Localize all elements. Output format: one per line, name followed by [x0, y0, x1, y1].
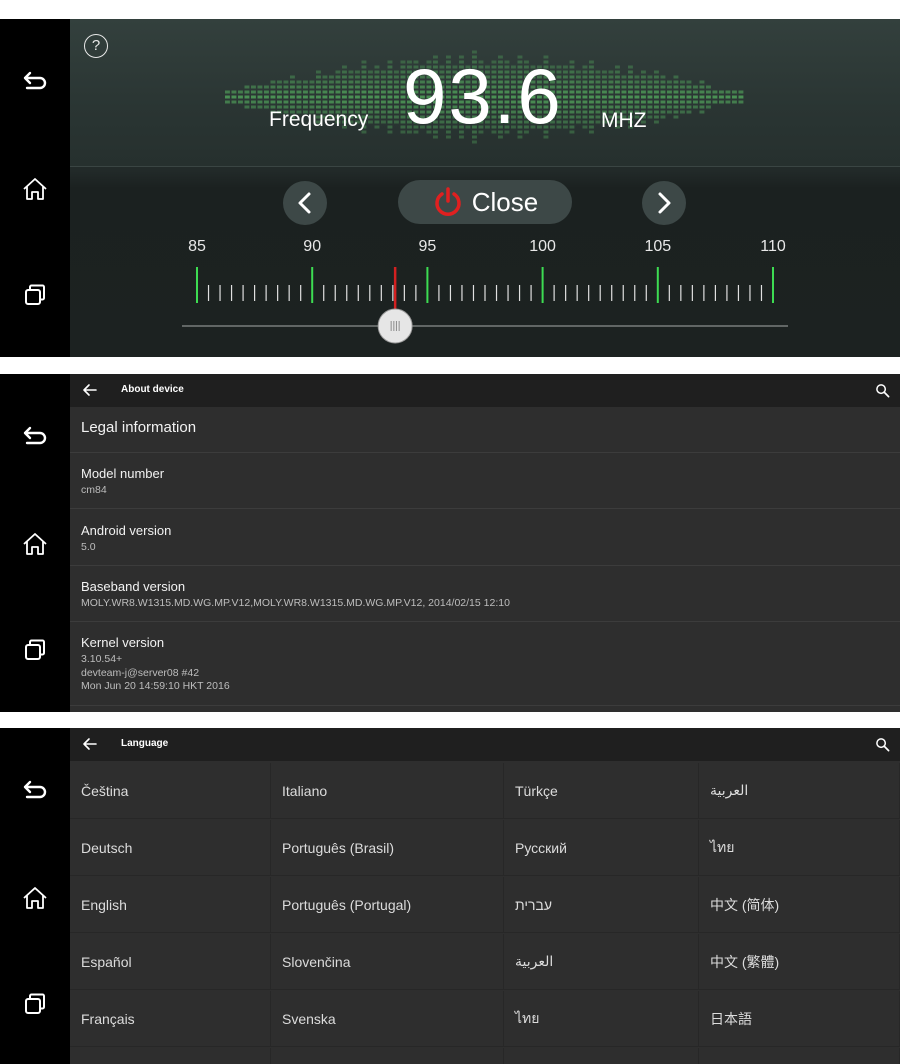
home-button[interactable] — [17, 880, 53, 916]
frequency-display: ? Frequency 93.6 MHZ — [70, 19, 900, 167]
back-arrow-icon — [23, 71, 47, 90]
back-button[interactable] — [17, 418, 53, 454]
back-arrow-icon — [23, 780, 47, 799]
scale-label: 110 — [760, 238, 786, 255]
radio-panel: ? Frequency 93.6 MHZ Close 85 90 95 100 105 1… — [0, 19, 900, 357]
side-navigation-bar — [0, 374, 70, 712]
language-option[interactable]: Français — [70, 991, 271, 1047]
item-summary: MOLY.WR8.W1315.MD.WG.MP.V12,MOLY.WR8.W13… — [81, 597, 510, 609]
chevron-right-icon — [658, 192, 671, 214]
language-option[interactable]: Slovenčina — [271, 934, 504, 990]
home-icon — [23, 178, 47, 200]
frequency-tuner-scale[interactable]: 85 90 95 100 105 110 — [70, 229, 900, 357]
language-option[interactable]: Čeština — [70, 763, 271, 819]
language-option-partial[interactable] — [699, 1048, 900, 1064]
recent-apps-button[interactable] — [17, 277, 53, 313]
android-version-item[interactable]: Android version 5.0 — [70, 509, 900, 566]
recent-apps-icon — [25, 284, 45, 305]
recent-apps-icon — [25, 639, 45, 660]
about-device-screen: About device Legal information Model num… — [70, 374, 900, 712]
side-navigation-bar — [0, 728, 70, 1064]
scale-label: 90 — [303, 238, 321, 255]
language-option[interactable]: Español — [70, 934, 271, 990]
home-icon — [23, 533, 47, 555]
recent-apps-icon — [25, 993, 45, 1014]
language-option[interactable]: العربية — [699, 763, 900, 819]
item-title: Baseband version — [81, 579, 186, 594]
legal-information-item[interactable]: Legal information — [70, 407, 900, 453]
back-arrow-icon[interactable] — [82, 736, 98, 752]
scale-label: 85 — [188, 238, 206, 255]
home-icon — [23, 887, 47, 909]
app-bar: Language — [70, 728, 900, 761]
recent-apps-button[interactable] — [17, 632, 53, 668]
language-option[interactable]: العربية — [504, 934, 699, 990]
page-title: About device — [121, 384, 184, 395]
app-bar: About device — [70, 374, 900, 407]
baseband-version-item[interactable]: Baseband version MOLY.WR8.W1315.MD.WG.MP… — [70, 566, 900, 622]
seek-down-button[interactable] — [283, 181, 327, 225]
item-summary: cm84 — [81, 484, 107, 496]
close-label: Close — [471, 186, 539, 217]
help-button[interactable]: ? — [84, 34, 108, 58]
frequency-label: Frequency — [269, 108, 369, 131]
language-option[interactable]: Svenska — [271, 991, 504, 1047]
language-screen: Language Čeština Deutsch English Español… — [70, 728, 900, 1064]
item-title: Android version — [81, 523, 172, 538]
recent-apps-button[interactable] — [17, 986, 53, 1022]
item-title: Kernel version — [81, 635, 165, 650]
kernel-version-item[interactable]: Kernel version 3.10.54+ devteam-j@server… — [70, 622, 900, 706]
language-option[interactable]: ไทย — [699, 820, 900, 876]
language-option[interactable]: English — [70, 877, 271, 933]
power-icon — [435, 187, 461, 216]
language-option[interactable]: 中文 (繁體) — [699, 934, 900, 990]
language-option[interactable]: ไทย — [504, 991, 699, 1047]
item-title: Model number — [81, 466, 165, 481]
language-option[interactable]: Português (Brasil) — [271, 820, 504, 876]
back-arrow-icon[interactable] — [82, 382, 98, 398]
scale-label: 100 — [529, 238, 556, 255]
language-option[interactable]: עברית — [504, 877, 699, 933]
chevron-left-icon — [298, 192, 311, 214]
language-option[interactable]: Português (Portugal) — [271, 877, 504, 933]
about-device-panel: About device Legal information Model num… — [0, 374, 900, 712]
tuner-slider-handle[interactable] — [377, 308, 413, 344]
frequency-value: 93.6 — [403, 52, 563, 140]
language-option[interactable]: Русский — [504, 820, 699, 876]
home-button[interactable] — [17, 526, 53, 562]
language-option-partial[interactable] — [504, 1048, 699, 1064]
model-number-item[interactable]: Model number cm84 — [70, 453, 900, 509]
language-option-partial[interactable] — [70, 1048, 271, 1064]
language-option[interactable]: Türkçe — [504, 763, 699, 819]
scale-label: 95 — [419, 238, 437, 255]
item-title: Legal information — [81, 419, 197, 436]
item-summary: 3.10.54+ devteam-j@server08 #42 Mon Jun … — [81, 653, 230, 692]
language-option[interactable]: Italiano — [271, 763, 504, 819]
language-option-partial[interactable] — [271, 1048, 504, 1064]
back-button[interactable] — [17, 772, 53, 808]
item-summary: 5.0 — [81, 541, 96, 553]
side-navigation-bar — [0, 19, 70, 357]
scale-label: 105 — [644, 238, 671, 255]
close-radio-button[interactable]: Close — [398, 180, 572, 224]
page-title: Language — [121, 738, 169, 749]
language-option[interactable]: Deutsch — [70, 820, 271, 876]
frequency-unit: MHZ — [601, 109, 647, 132]
search-icon[interactable] — [875, 383, 890, 398]
search-icon[interactable] — [875, 737, 890, 752]
back-button[interactable] — [17, 63, 53, 99]
language-option[interactable]: 日本語 — [699, 991, 900, 1047]
seek-up-button[interactable] — [642, 181, 686, 225]
back-arrow-icon — [23, 426, 47, 445]
language-option[interactable]: 中文 (简体) — [699, 877, 900, 933]
fm-radio-screen: ? Frequency 93.6 MHZ Close 85 90 95 100 105 1… — [70, 19, 900, 357]
language-panel: Language Čeština Deutsch English Español… — [0, 728, 900, 1064]
home-button[interactable] — [17, 171, 53, 207]
